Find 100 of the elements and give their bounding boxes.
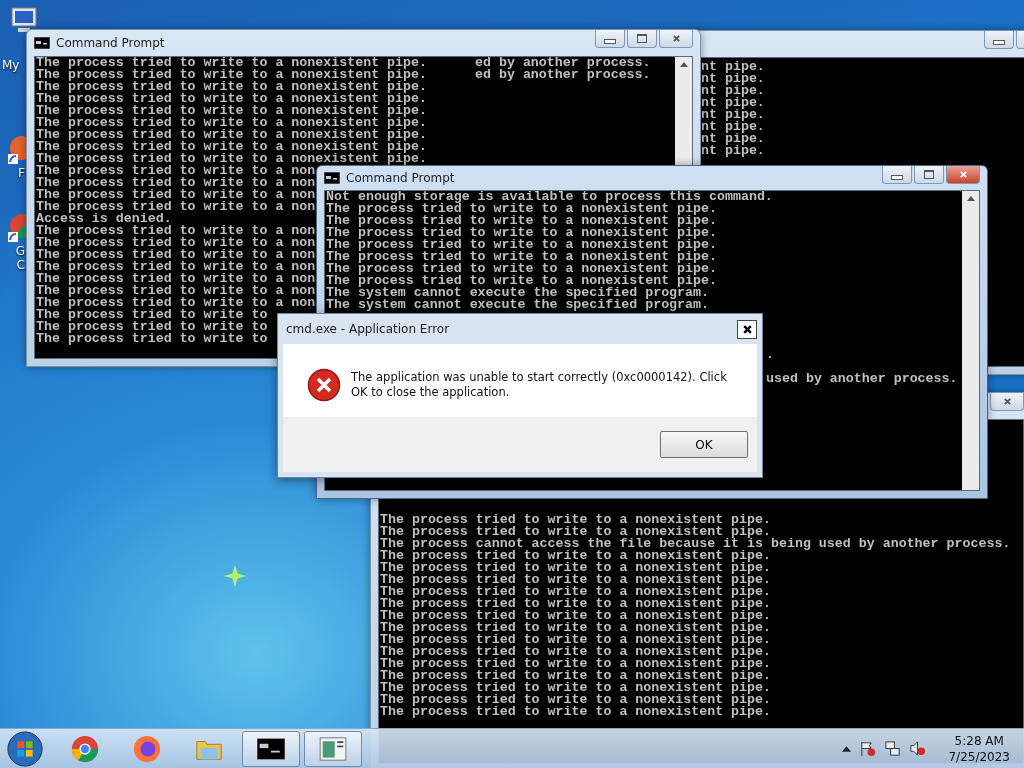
console-line: The process tried to write to a nonexistent pipe. [380,682,772,694]
console-line: The process tried to write to a non [36,165,316,177]
maximize-button[interactable] [627,30,657,48]
console-line: . [766,349,774,361]
desktop-icon-label[interactable]: My [0,58,24,72]
console-line: The process tried to write to a nonexistent pipe. [380,586,772,598]
dialog-title: cmd.exe - Application Error [286,322,450,336]
console-line: The process tried to write to a nonexistent pipe. [380,574,772,586]
console-line: The process tried to write to a nonexistent pipe. [380,694,772,706]
console-line: The process tried to write to a nonexistent pipe. [326,239,718,251]
console-line: nt pipe. [701,61,766,73]
console-line: The process tried to write to a nonexistent pipe. [36,141,427,153]
minimize-button[interactable] [984,31,1014,49]
error-message: The application was unable to start correctly (0xc0000142). Click OK to close the application. [351,369,728,400]
show-hidden-icons-arrow[interactable] [842,745,852,752]
console-line: The process tried to write to a non [36,297,316,309]
console-line: nt pipe. [701,145,766,157]
console-line: The process tried to write to a nonexistent pipe. [326,263,718,275]
console-line: The process tried to write to a nonexistent pipe. [36,57,427,69]
scrollbar[interactable] [962,191,979,490]
console-line: The process tried to write to a nonexistent pipe. [380,562,772,574]
console-line: The process tried to write to a nonexistent pipe. [380,634,772,646]
console-line: The process tried to write to [36,309,268,321]
clock-date[interactable]: 7/25/2023 [948,748,1010,765]
close-icon [1002,397,1012,406]
console-line: The process tried to write to a nonexistent pipe. [380,526,772,538]
console-line: The process tried to write to a non [36,249,316,261]
console-line: The process tried to write to a nonexistent pipe. [380,514,772,526]
console-line: The process tried to write to a nonexistent pipe. [36,117,427,129]
speaker-muted-icon[interactable] [909,740,927,757]
console-line: nt pipe. [701,121,766,133]
console-line: The process tried to write to a nonexistent pipe. [326,227,718,239]
console-line: The process tried to write to a non [36,177,316,189]
console-icon [34,37,50,49]
console-line: The process tried to write to a nonexistent pipe. [326,275,718,287]
console-line: The process tried to write to a non [36,273,316,285]
console-line: The process tried to write to a non [36,225,316,237]
console-line: The process tried to write to a nonexistent pipe. [36,105,427,117]
minimize-button[interactable] [882,166,912,184]
console-line: nt pipe. [701,85,766,97]
maximize-button[interactable] [914,166,944,184]
console-line: The process tried to write to [36,333,268,345]
document-window-icon [319,736,347,761]
flag-icon[interactable] [859,740,877,757]
start-button[interactable] [6,729,44,768]
taskbar-button[interactable] [242,730,300,767]
console-line: The system cannot execute the specified program. [326,287,709,299]
console-icon [257,736,285,761]
chrome-icon [70,733,100,764]
console-line: The process tried to write to a non [36,201,316,213]
network-icon[interactable] [884,740,902,757]
console-line: The process tried to write to a non [36,261,316,273]
console-line: nt pipe. [701,133,766,145]
console-line: The process tried to write to a nonexistent pipe. [380,706,772,718]
leaf-drawing [222,563,248,589]
console-line: ed by another process. [475,57,651,69]
console-line: The system cannot execute the specified program. [326,299,710,311]
ok-button[interactable]: OK [660,431,748,458]
console-line: The process tried to write to a non [36,285,316,297]
console-line: The process tried to write to a nonexistent pipe. [380,646,772,658]
console-icon [324,172,340,184]
window-title: Command Prompt [346,171,455,185]
console-line: nt pipe. [701,73,766,85]
console-line: The process tried to write to a nonexistent pipe. [36,69,427,81]
console-line: The process tried to write to a nonexistent pipe. [380,670,772,682]
error-icon [307,368,341,402]
console-line: The process tried to write to a nonexistent pipe. [326,251,718,263]
minimize-button[interactable] [595,30,625,48]
close-button[interactable] [737,319,757,339]
console-line: ed by another process. [475,69,651,81]
console-line: The process tried to write to a nonexistent pipe. [380,610,772,622]
console-line: Not enough storage is available to process this command. [326,191,774,203]
console-line: nt pipe. [701,109,766,121]
console-line: The process tried to write to a nonexistent pipe. [36,153,427,165]
console-line: The process tried to write to a nonexistent pipe. [36,129,427,141]
window-title: Command Prompt [56,36,165,50]
console-line: nt pipe. [701,97,766,109]
console-line: The process cannot access the file because it is being used by another process. [380,538,1012,550]
console-line: The process tried to write to a non [36,189,316,201]
close-icon [958,170,968,179]
clock-time[interactable]: 5:28 AM [954,732,1004,749]
shortcut-icon[interactable] [6,134,26,166]
console-line: The process tried to write to a nonexistent pipe. [326,215,718,227]
console-line: The process tried to write to [36,321,268,333]
scroll-up-arrow-icon[interactable] [966,196,975,201]
console-line: The process tried to write to a nonexistent pipe. [36,81,427,93]
console-line: Access is denied. [36,213,172,225]
console-line: The process tried to write to a non [36,237,316,249]
firefox-icon [132,733,162,764]
console-line: The process tried to write to a nonexistent pipe. [380,622,772,634]
close-icon [741,323,753,335]
console-line: The process tried to write to a nonexistent pipe. [36,93,427,105]
console-line: The process tried to write to a nonexistent pipe. [326,203,718,215]
desktop-icon-label[interactable]: G C [15,244,25,272]
close-icon [671,34,681,43]
console-line: The process tried to write to a nonexistent pipe. [380,658,772,670]
console-line: The process tried to write to a nonexistent pipe. [380,598,772,610]
console-line: used by another process. [766,373,958,385]
scroll-up-arrow-icon[interactable] [679,62,688,67]
desktop-icon-label[interactable]: F [15,166,25,180]
